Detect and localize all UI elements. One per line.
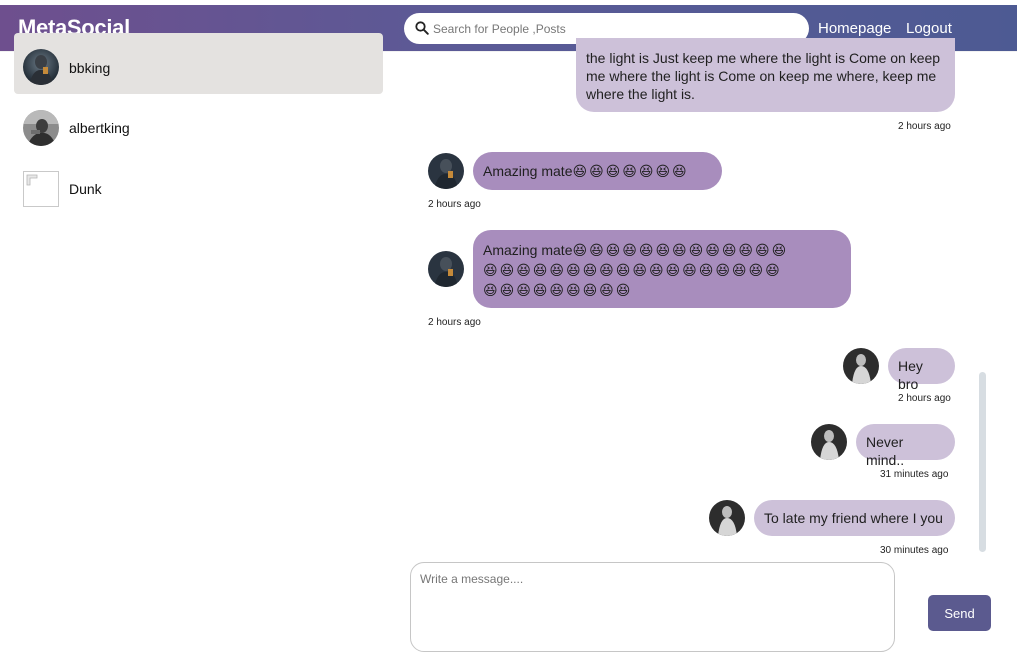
contact-name: Dunk (69, 181, 102, 197)
own-avatar (843, 348, 879, 384)
message-time: 2 hours ago (898, 121, 951, 132)
sender-avatar (428, 153, 464, 189)
avatar-photo-icon (811, 424, 847, 460)
contact-item-dunk[interactable]: Dunk (14, 158, 383, 219)
message-text: Amazing mate (483, 163, 573, 179)
avatar-photo-icon (428, 153, 464, 189)
message-time: 2 hours ago (898, 393, 951, 404)
message-bubble-own: Never mind.. (856, 424, 955, 468)
laughing-emoji-icon: 😆😆😆😆😆😆😆 (572, 164, 689, 180)
message-text: Never mind.. (866, 434, 905, 468)
message-time: 2 hours ago (428, 199, 481, 210)
message-text: the light is Just keep me where the ligh… (586, 50, 941, 102)
own-avatar (709, 500, 745, 536)
laughing-emoji-icon: 😆😆😆😆😆😆😆😆😆😆😆😆😆😆😆😆😆😆 (483, 263, 782, 279)
chat-scrollbar[interactable] (979, 372, 986, 552)
message-text: To late my friend where I you (764, 510, 943, 526)
contact-name: albertking (69, 120, 130, 136)
avatar-photo-icon (709, 500, 745, 536)
message-time: 31 minutes ago (880, 469, 949, 480)
message-bubble-other: Amazing mate😆😆😆😆😆😆😆😆😆😆😆😆😆 😆😆😆😆😆😆😆😆😆😆😆😆😆😆… (473, 230, 851, 308)
message-time: 2 hours ago (428, 317, 481, 328)
avatar-photo-icon (23, 49, 59, 85)
own-avatar (811, 424, 847, 460)
message-input[interactable] (411, 563, 894, 651)
message-bubble-other: Amazing mate😆😆😆😆😆😆😆 (473, 152, 722, 190)
avatar (23, 110, 59, 146)
sender-avatar (428, 251, 464, 287)
search-icon (415, 21, 429, 35)
contacts-sidebar: bbking albertking Dunk (0, 33, 398, 645)
laughing-emoji-icon: 😆😆😆😆😆😆😆😆😆😆😆😆😆 (572, 243, 789, 259)
message-bubble-own: To late my friend where I you (754, 500, 955, 536)
message-composer (410, 562, 895, 652)
contact-item-albertking[interactable]: albertking (14, 97, 383, 158)
laughing-emoji-icon: 😆😆😆😆😆😆😆😆😆 (483, 283, 633, 299)
message-time: 30 minutes ago (880, 545, 949, 556)
message-text: Hey bro (898, 358, 923, 392)
avatar-photo-icon (23, 110, 59, 146)
nav-logout-link[interactable]: Logout (906, 20, 952, 37)
send-button[interactable]: Send (928, 595, 991, 631)
broken-image-icon (23, 171, 59, 207)
avatar (23, 49, 59, 85)
contact-item-bbking[interactable]: bbking (14, 33, 383, 94)
nav-homepage-link[interactable]: Homepage (818, 20, 891, 37)
avatar-photo-icon (428, 251, 464, 287)
avatar-photo-icon (843, 348, 879, 384)
message-text: Amazing mate (483, 242, 573, 258)
contact-name: bbking (69, 60, 111, 76)
message-bubble-own: the light is Just keep me where the ligh… (576, 38, 955, 112)
message-bubble-own: Hey bro (888, 348, 955, 392)
